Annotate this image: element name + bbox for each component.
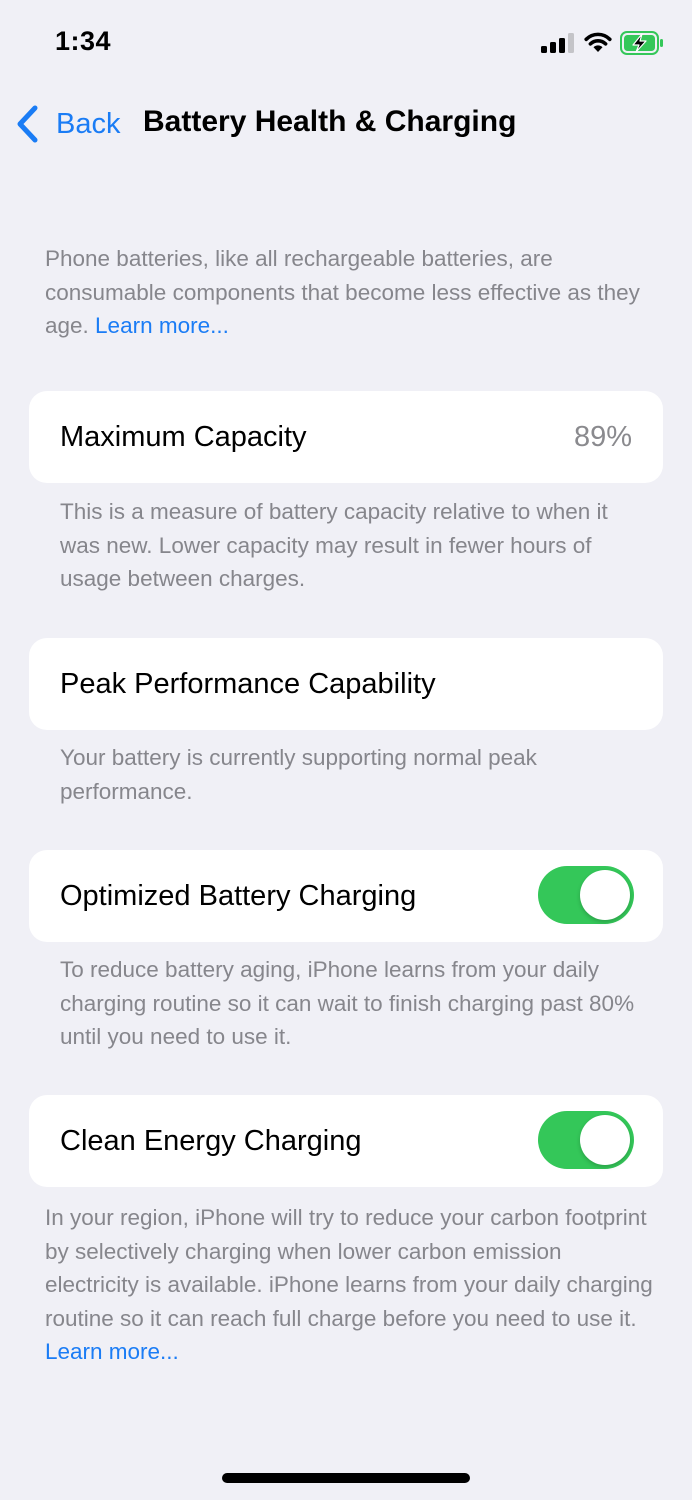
maximum-capacity-footnote: This is a measure of battery capacity re… xyxy=(60,499,608,591)
optimized-charging-row: Optimized Battery Charging xyxy=(29,850,663,942)
clean-energy-label: Clean Energy Charging xyxy=(60,1124,362,1157)
cellular-signal-icon xyxy=(541,33,574,53)
clean-energy-row: Clean Energy Charging xyxy=(29,1095,663,1187)
battery-charging-icon xyxy=(620,31,663,55)
home-indicator[interactable] xyxy=(222,1473,470,1483)
peak-performance-label: Peak Performance Capability xyxy=(60,667,436,700)
clean-energy-toggle[interactable] xyxy=(538,1111,634,1169)
chevron-left-icon xyxy=(17,105,38,143)
optimized-charging-toggle[interactable] xyxy=(538,866,634,924)
status-time: 1:34 xyxy=(55,26,112,56)
toggle-knob xyxy=(580,1115,630,1165)
optimized-charging-footnote: To reduce battery aging, iPhone learns f… xyxy=(60,957,635,1049)
back-button[interactable]: Back xyxy=(14,102,120,146)
optimized-charging-label: Optimized Battery Charging xyxy=(60,879,417,912)
navigation-bar: Back Battery Health & Charging xyxy=(0,96,692,152)
learn-more-link[interactable]: Learn more... xyxy=(95,313,229,338)
back-label: Back xyxy=(56,107,121,140)
peak-performance-footnote: Your battery is currently supporting nor… xyxy=(60,745,537,804)
page-title: Battery Health & Charging xyxy=(143,105,517,138)
clean-energy-footnote: In your region, iPhone will try to reduc… xyxy=(45,1201,655,1369)
peak-performance-row[interactable]: Peak Performance Capability xyxy=(29,638,663,730)
status-bar: 1:34 xyxy=(0,0,692,86)
intro-text: Phone batteries, like all rechargeable b… xyxy=(45,242,655,343)
clean-energy-body: In your region, iPhone will try to reduc… xyxy=(45,1205,653,1331)
learn-more-link[interactable]: Learn more... xyxy=(45,1339,179,1364)
maximum-capacity-value: 89% xyxy=(573,420,632,453)
toggle-knob xyxy=(580,870,630,920)
maximum-capacity-label: Maximum Capacity xyxy=(60,420,307,453)
maximum-capacity-row: Maximum Capacity 89% xyxy=(29,391,663,483)
wifi-icon xyxy=(584,32,612,52)
